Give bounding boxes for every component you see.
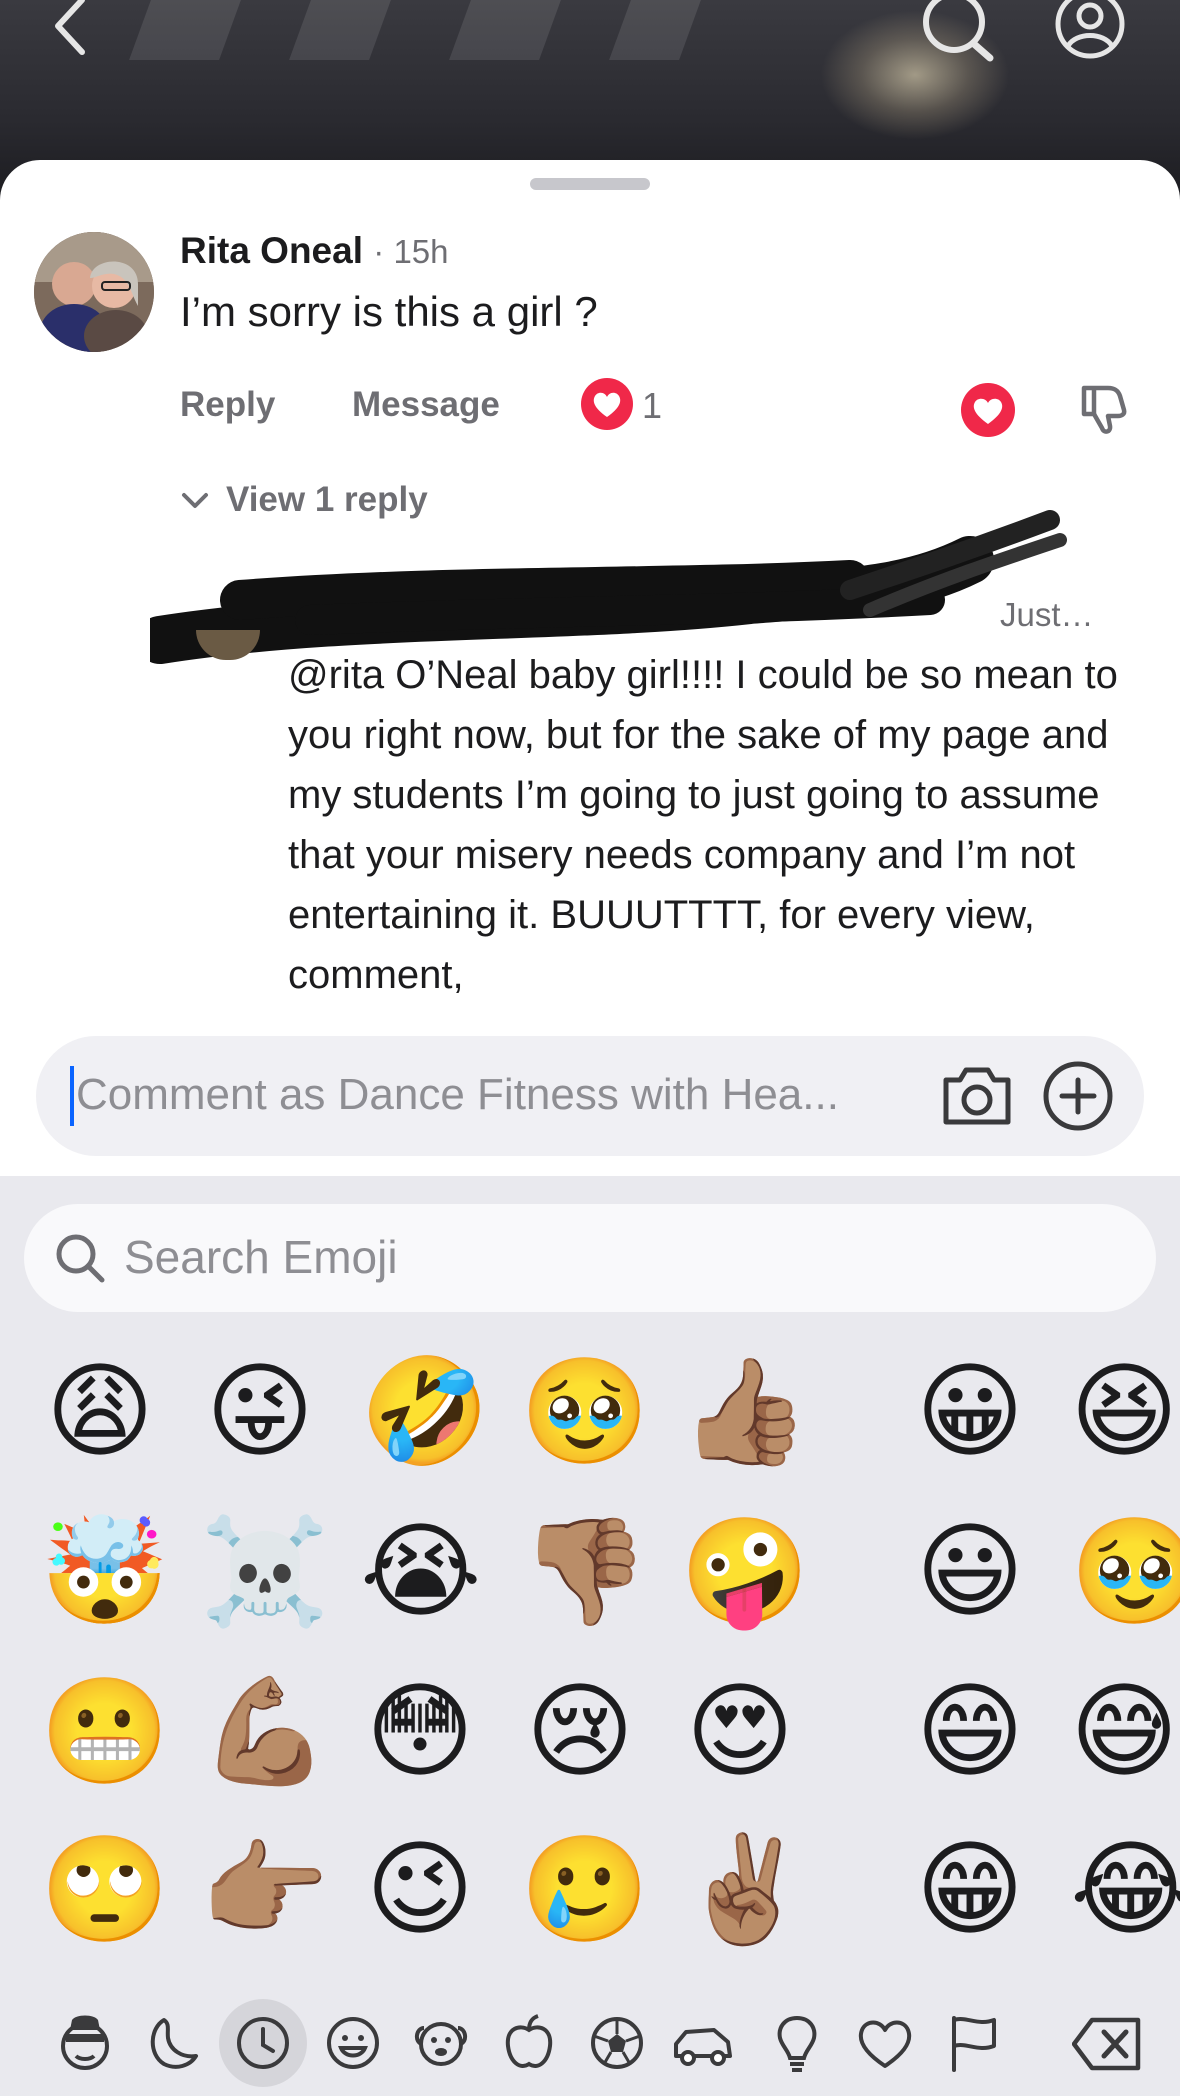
emoji-key[interactable]: 😜 — [200, 1351, 320, 1471]
emoji-key[interactable]: 🥲 — [520, 1829, 650, 1949]
reply-meta: Just… — [1000, 596, 1094, 633]
flag-icon[interactable] — [942, 2012, 1004, 2074]
emoji-key[interactable]: 🤯 — [40, 1511, 170, 1631]
emoji-key[interactable]: 😃 — [910, 1511, 1030, 1631]
heart-reaction-icon — [581, 378, 633, 430]
thumbs-down-icon[interactable] — [1078, 380, 1130, 436]
add-attachment-icon[interactable] — [1042, 1060, 1114, 1132]
emoji-grid: 😩 😜 🤣 🥹 👍🏽 😀 😆 🤯 ☠️ 😭 👎🏽 🤪 😃 🥹 😬 💪🏽 😳 😢 😍 😄 😅 🙄 👉🏽 😉 🥲 ✌🏽 😁 😂 — [0, 1351, 1180, 1971]
sheet-drag-handle[interactable] — [530, 178, 650, 190]
emoji-key[interactable]: 👍🏽 — [680, 1351, 810, 1471]
comment-composer: Comment as Dance Fitness with Hea... — [0, 1016, 1180, 1176]
emoji-key[interactable]: 😄 — [910, 1671, 1030, 1791]
heart-icon[interactable] — [854, 2012, 916, 2074]
emoji-key[interactable]: ☠️ — [200, 1511, 330, 1631]
emoji-key[interactable]: 🤣 — [360, 1351, 490, 1471]
emoji-category-bar — [0, 1996, 1180, 2096]
emoji-key[interactable]: 👎🏽 — [520, 1511, 650, 1631]
emoji-key[interactable]: 😅 — [1070, 1671, 1180, 1791]
avatar[interactable] — [34, 232, 154, 352]
soccer-ball-icon[interactable] — [586, 2012, 648, 2074]
animal-icon[interactable] — [410, 2012, 472, 2074]
message-button[interactable]: Message — [352, 385, 500, 425]
emoji-key[interactable]: 😬 — [40, 1671, 170, 1791]
car-icon[interactable] — [672, 2012, 734, 2074]
comment-timestamp: · 15h — [373, 233, 449, 270]
lightbulb-icon[interactable] — [766, 2012, 828, 2074]
emoji-key[interactable]: 😆 — [1070, 1351, 1180, 1471]
emoji-key[interactable]: 🤪 — [680, 1511, 810, 1631]
emoji-key[interactable]: 😢 — [520, 1671, 640, 1791]
recent-clock-icon — [237, 2017, 289, 2069]
emoji-key[interactable]: 😭 — [360, 1511, 482, 1631]
profile-icon[interactable] — [1052, 0, 1128, 62]
emoji-search-input[interactable]: Search Emoji — [24, 1204, 1156, 1312]
reply-text: @rita O’Neal baby girl!!!! I could be so… — [288, 653, 1118, 997]
memoji-icon[interactable] — [54, 2012, 116, 2074]
recent-category-tab[interactable] — [219, 1999, 307, 2087]
reply-button[interactable]: Reply — [180, 385, 275, 425]
text-cursor — [70, 1066, 74, 1126]
backspace-icon[interactable] — [1072, 2016, 1142, 2072]
apple-food-icon[interactable] — [498, 2012, 560, 2074]
emoji-key[interactable]: ✌🏽 — [680, 1829, 810, 1949]
emoji-key[interactable]: 💪🏽 — [200, 1671, 330, 1791]
emoji-key[interactable]: 🙄 — [40, 1829, 170, 1949]
heart-react-button-icon[interactable] — [960, 382, 1016, 438]
crescent-moon-icon[interactable] — [140, 2012, 202, 2074]
emoji-key[interactable]: 👉🏽 — [200, 1829, 330, 1949]
emoji-key[interactable]: 🥹 — [1070, 1511, 1180, 1631]
smiley-icon[interactable] — [322, 2012, 384, 2074]
like-count-badge[interactable]: 1 — [580, 377, 720, 433]
like-count: 1 — [642, 385, 663, 426]
emoji-key[interactable]: 😂 — [1070, 1829, 1180, 1949]
emoji-key[interactable]: 😩 — [40, 1351, 160, 1471]
emoji-key[interactable]: 😁 — [910, 1829, 1030, 1949]
search-icon[interactable] — [918, 0, 998, 62]
emoji-key[interactable]: 😍 — [680, 1671, 800, 1791]
comment-text: I’m sorry is this a girl ? — [180, 288, 598, 335]
comment-input-placeholder: Comment as Dance Fitness with Hea... — [76, 1070, 839, 1119]
emoji-key[interactable]: 😀 — [910, 1351, 1030, 1471]
camera-icon[interactable] — [940, 1064, 1014, 1128]
emoji-search-placeholder: Search Emoji — [124, 1231, 398, 1283]
search-icon — [56, 1234, 105, 1283]
comment-author[interactable]: Rita Oneal · 15h — [180, 230, 449, 272]
emoji-key[interactable]: 😉 — [360, 1829, 480, 1949]
comment-input[interactable]: Comment as Dance Fitness with Hea... — [36, 1036, 1144, 1156]
emoji-keyboard: Search Emoji 😩 😜 🤣 🥹 👍🏽 😀 😆 🤯 ☠️ 😭 👎🏽 🤪 😃 🥹 😬 💪🏽 😳 😢 😍 😄 😅 🙄 👉… — [0, 1176, 1180, 2096]
emoji-key[interactable]: 🥹 — [520, 1351, 650, 1471]
back-chevron-icon[interactable] — [50, 0, 90, 56]
emoji-key[interactable]: 😳 — [360, 1671, 480, 1791]
